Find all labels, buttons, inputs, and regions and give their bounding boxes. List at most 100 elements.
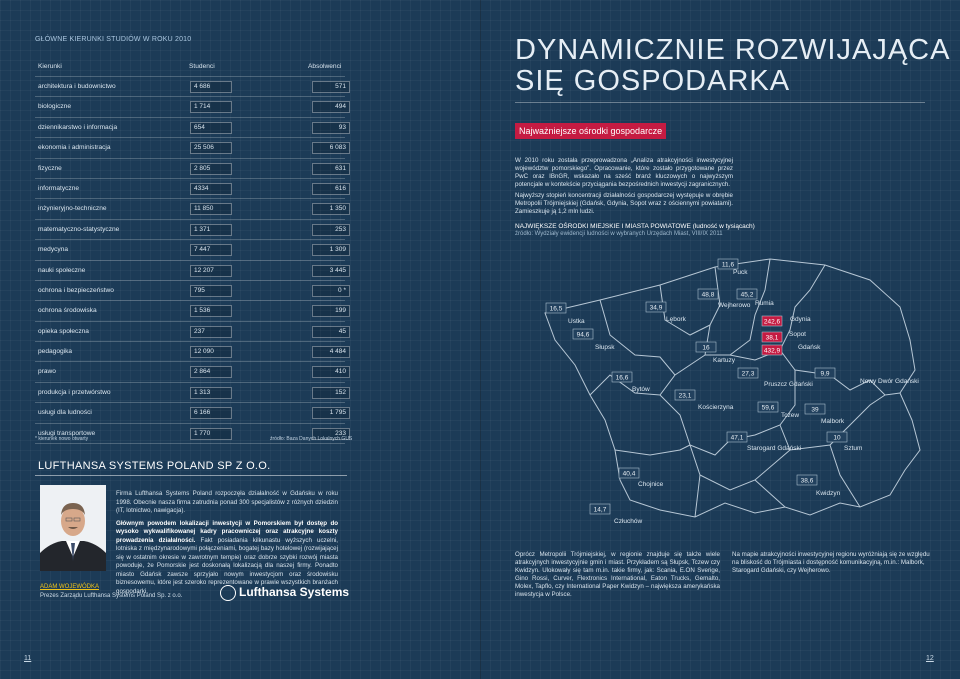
row-graduates-value: 6 083: [312, 142, 350, 155]
row-field-name: fizyczne: [38, 164, 62, 172]
city-marker: 242,6 Gdynia: [761, 315, 811, 327]
city-marker: 16Kartuzy: [695, 341, 736, 364]
row-students-value: 1 313: [190, 386, 232, 399]
intro-paragraph-2: Najwyższy stopień koncentracji działalno…: [515, 192, 733, 215]
city-name: Starogard Gdański: [747, 445, 801, 452]
city-name: Człuchów: [614, 518, 642, 525]
row-graduates-value: 199: [312, 305, 350, 318]
row-graduates-value: 631: [312, 162, 350, 175]
row-field-name: opieka społeczna: [38, 327, 89, 335]
city-marker: 16,5 Ustka: [545, 302, 585, 325]
city-value: 38,1: [766, 335, 779, 342]
row-field-name: produkcja i przetwórstwo: [38, 388, 111, 396]
crane-icon: [220, 585, 236, 601]
city-name: Tczew: [781, 412, 799, 419]
city-value: 242,6: [764, 319, 781, 326]
row-graduates-value: 93: [312, 121, 350, 134]
city-name: Puck: [733, 269, 748, 276]
city-name: Sopot: [789, 331, 806, 338]
row-students-value: 12 207: [190, 264, 232, 277]
row-graduates-value: 253: [312, 223, 350, 236]
city-marker: 14,7 Człuchów: [589, 503, 642, 525]
city-marker: 40,4Chojnice: [618, 467, 664, 488]
row-graduates-value: 494: [312, 101, 350, 114]
table-row: nauki społeczne 12 207 3 445: [35, 261, 350, 281]
map-source: źródło: Wydziały ewidencji ludności w wy…: [515, 231, 723, 237]
row-field-name: dziennikarstwo i informacja: [38, 123, 118, 131]
row-graduates-value: 1 350: [312, 203, 350, 216]
table-row: informatyczne 4334 616: [35, 179, 350, 200]
row-field-name: ochrona i bezpieczeństwo: [38, 286, 114, 294]
city-marker: 432,9 Gdańsk: [761, 344, 821, 356]
row-field-name: nauki społeczne: [38, 266, 86, 274]
city-marker: 59,6 Tczew: [757, 401, 799, 419]
row-field-name: matematyczno-statystyczne: [38, 225, 120, 233]
table-row: pedagogika 12 090 4 484: [35, 342, 350, 363]
studies-table: Kierunki Studenci Absolwenci architektur…: [35, 58, 350, 445]
city-marker: 9,9 Nowy Dwór Gdański: [814, 367, 919, 385]
city-value: 23,1: [679, 393, 692, 400]
city-value: 94,6: [577, 332, 590, 339]
page-number-right: 12: [926, 655, 934, 662]
city-value: 48,8: [702, 292, 715, 299]
row-field-name: informatyczne: [38, 184, 80, 192]
city-name: Lębork: [666, 316, 687, 323]
row-graduates-value: 4 484: [312, 346, 350, 359]
city-marker: 38,1 Sopot: [761, 331, 806, 343]
row-field-name: architektura i budownictwo: [38, 83, 116, 90]
table-row: ekonomia i administracja 25 506 6 083: [35, 138, 350, 159]
city-value: 38,6: [801, 478, 814, 485]
city-name: Słupsk: [595, 344, 615, 351]
table-header: Kierunki Studenci Absolwenci: [35, 58, 345, 77]
section-title: GŁÓWNE KIERUNKI STUDIÓW W ROKU 2010: [35, 36, 192, 43]
row-graduates-value: 410: [312, 366, 350, 379]
row-graduates-value: 3 445: [312, 264, 350, 277]
divider: [35, 475, 347, 476]
table-row: dziennikarstwo i informacja 654 93: [35, 118, 350, 139]
person-name: ADAM WOJEWÓDKA: [40, 584, 100, 590]
city-name: Bytów: [632, 386, 650, 393]
row-students-value: 25 506: [190, 142, 232, 155]
row-field-name: pedagogika: [38, 348, 73, 356]
city-value: 11,6: [722, 262, 735, 269]
row-field-name: usługi dla ludności: [38, 409, 92, 417]
row-students-value: 237: [190, 325, 232, 338]
header-studenci: Studenci: [189, 63, 215, 70]
row-students-value: 795: [190, 284, 232, 297]
header-kierunki: Kierunki: [38, 63, 62, 70]
city-value: 16,6: [616, 375, 629, 382]
region-map: 11,6Puck 48,8Wejherowo 45,2Rumia 16,5 Ustka 3…: [544, 258, 921, 525]
header-absolwenci: Absolwenci: [308, 63, 342, 70]
table-row: inżynieryjno-techniczne 11 850 1 350: [35, 199, 350, 220]
row-graduates-value: 45: [312, 325, 350, 338]
table-source: źródło: Baza Danych Lokalnych GUS: [270, 436, 353, 442]
page-gutter: [480, 0, 481, 679]
table-row: architektura i budownictwo 4 686 571: [35, 77, 350, 98]
city-name: Kwidzyn: [816, 490, 841, 497]
table-row: matematyczno-statystyczne 1 371 253: [35, 220, 350, 241]
city-marker: 47,1Starogard Gdański: [726, 431, 801, 452]
city-value: 27,3: [742, 371, 755, 378]
bottom-paragraph-2: Na mapie atrakcyjności inwestycyjnej reg…: [732, 551, 930, 574]
page-number-left: 11: [24, 655, 32, 662]
row-students-value: 1 714: [190, 101, 232, 114]
city-value: 14,7: [594, 507, 607, 514]
city-name: Pruszcz Gdański: [764, 381, 813, 388]
city-value: 47,1: [731, 435, 744, 442]
row-field-name: prawo: [38, 368, 56, 376]
title-line-2: SIĘ GOSPODARKA: [515, 65, 791, 97]
table-row: usługi dla ludności 6 166 1 795: [35, 403, 350, 424]
page-title: DYNAMICZNIE ROZWIJAJĄCA SIĘ GOSPODARKA: [515, 35, 950, 97]
row-field-name: inżynieryjno-techniczne: [38, 205, 107, 213]
table-row: medycyna 7 447 1 309: [35, 240, 350, 261]
row-students-value: 2 805: [190, 162, 232, 175]
city-value: 432,9: [764, 348, 781, 355]
city-name: Chojnice: [638, 481, 664, 488]
company-logo: Lufthansa Systems: [220, 585, 349, 601]
row-students-value: 4334: [190, 182, 232, 195]
bottom-paragraph-1: Oprócz Metropolii Trójmiejskiej, w regio…: [515, 551, 720, 598]
city-value: 16,5: [550, 306, 563, 313]
city-value: 9,9: [820, 371, 829, 378]
city-marker: 34,9Lębork: [645, 301, 687, 323]
company-title: LUFTHANSA SYSTEMS POLAND SP Z O.O.: [38, 460, 271, 472]
